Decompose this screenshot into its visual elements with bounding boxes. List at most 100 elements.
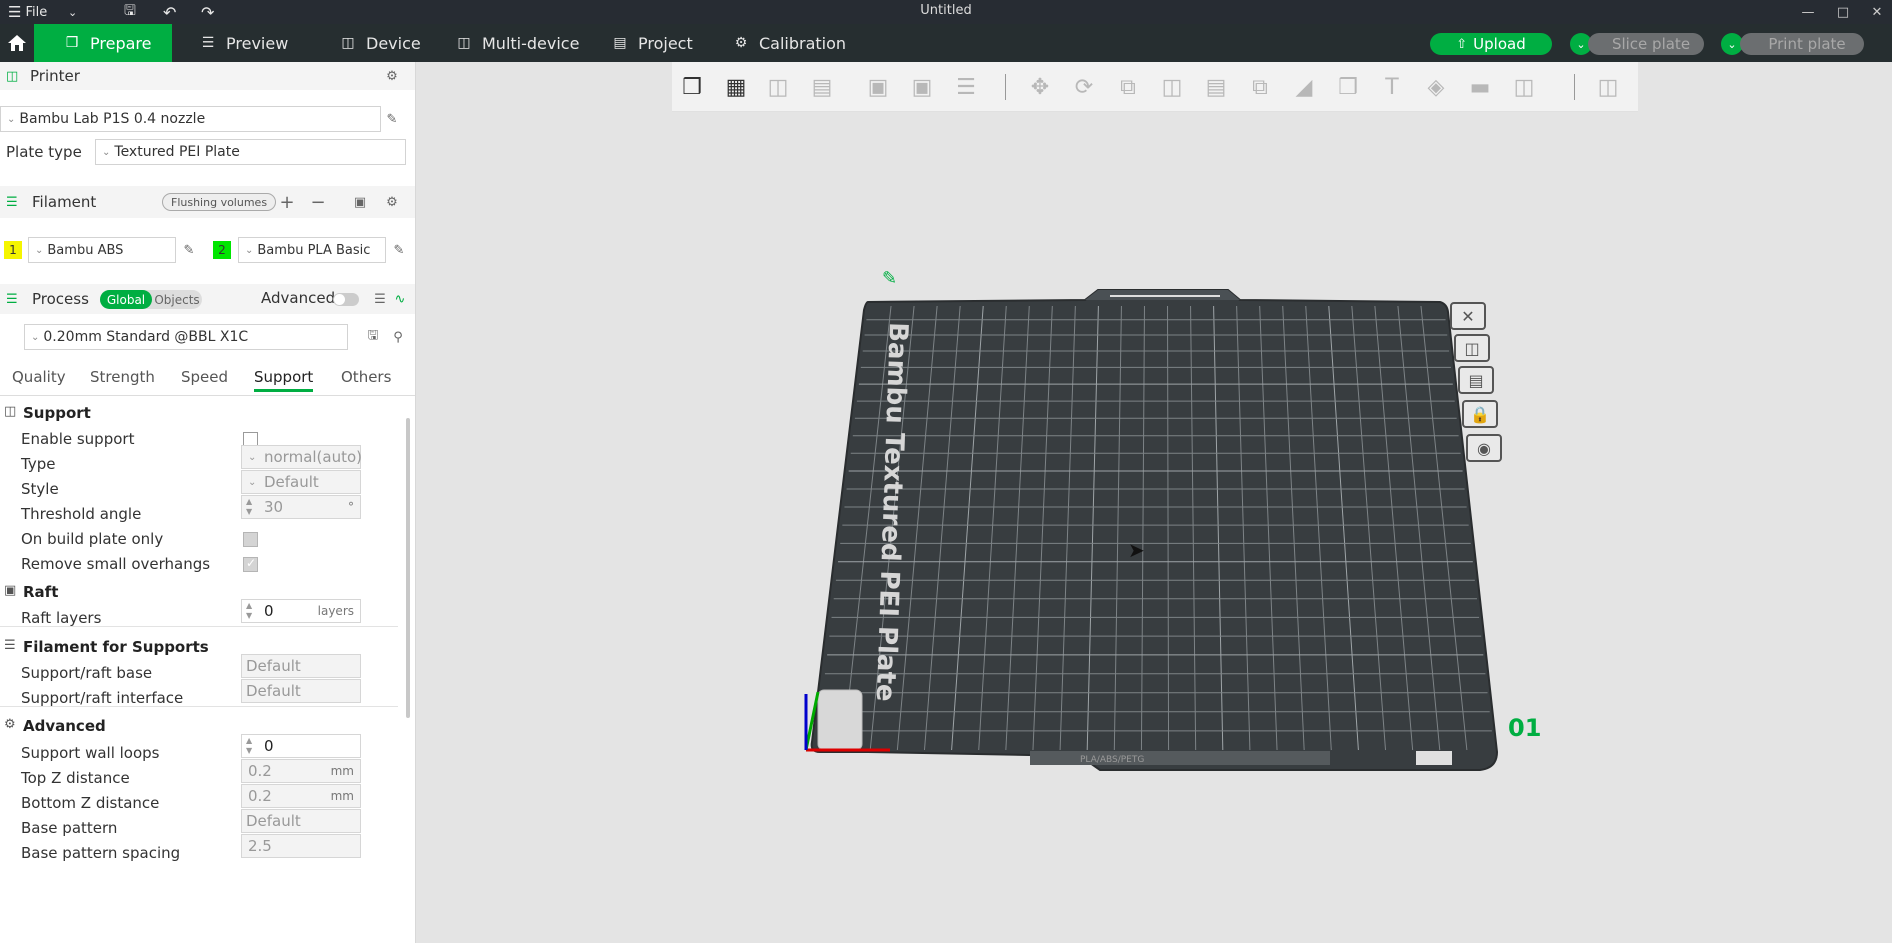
search-icon[interactable]: ⚲ [389,328,407,346]
advanced-switch[interactable] [333,293,359,306]
process-list-icon[interactable]: ☰ [371,290,389,308]
edit-filament-1-icon[interactable]: ✎ [180,241,198,259]
variable-layer-icon[interactable]: ◫ [1592,71,1624,103]
enable-support-label: Enable support [21,430,135,448]
filament-sync-icon[interactable]: ▣ [351,193,369,211]
support-raft-base-select[interactable]: Default [241,654,361,678]
base-pattern-select[interactable]: Default [241,809,361,833]
top-z-distance-input[interactable]: 0.2 mm [241,759,361,783]
base-pattern-value: Default [246,812,301,830]
plate-type-select[interactable]: ⌄ Textured PEI Plate [95,139,406,165]
lay-on-face-icon[interactable]: ◫ [1156,71,1188,103]
printer-select[interactable]: ⌄ Bambu Lab P1S 0.4 nozzle [0,106,381,132]
tab-project[interactable]: ▤ Project [612,24,692,62]
global-objects-toggle[interactable]: Global Objects [100,290,202,309]
filament-settings-gear-icon[interactable]: ⚙ [383,193,401,211]
tab-speed[interactable]: Speed [181,368,228,386]
tab-multi-device[interactable]: ◫ Multi-device [456,24,579,62]
build-plate-view[interactable]: Bambu Textured PEI Plate PLA/ABS/PETG ✎ [780,262,1540,782]
tab-calibration[interactable]: ⚙ Calibration [733,24,846,62]
add-object-icon[interactable]: ❒ [676,71,708,103]
tab-strength[interactable]: Strength [90,368,155,386]
multi-device-icon: ◫ [457,35,471,51]
bottom-z-distance-input[interactable]: 0.2 mm [241,784,361,808]
divider [0,706,398,707]
upload-button[interactable]: ⇧ Upload [1430,33,1552,55]
file-menu-chevron-icon[interactable]: ⌄ [68,0,77,24]
base-pattern-spacing-input[interactable]: 2.5 [241,834,361,858]
support-style-select[interactable]: ⌄ Default [241,470,361,494]
arrange-icon[interactable]: ▤ [806,71,838,103]
stepper-icon[interactable]: ▲ ▼ [246,497,252,517]
tab-quality[interactable]: Quality [12,368,66,386]
minimize-icon[interactable]: — [1793,0,1823,24]
tab-device[interactable]: ◫ Device [340,24,420,62]
threshold-angle-input[interactable]: ▲ ▼ 30 ° [241,495,361,519]
text-shape-icon[interactable]: T [1376,71,1408,103]
seam-paint-icon[interactable]: ❒ [1332,71,1364,103]
tab-prepare[interactable]: ❒ Prepare [34,24,172,62]
chevron-down-icon: ⌄ [102,146,111,158]
chevron-down-icon: ⌄ [245,244,254,256]
maximize-icon[interactable]: □ [1828,0,1858,24]
color-paint-icon[interactable]: ◈ [1420,71,1452,103]
delete-plate-icon[interactable]: ✕ [1450,302,1486,330]
move-icon[interactable]: ✥ [1024,71,1056,103]
settings-scrollbar[interactable] [406,418,410,718]
orient-plate-icon[interactable]: ◫ [1454,334,1490,362]
layer-editing-icon[interactable]: ☰ [950,71,982,103]
support-raft-interface-select[interactable]: Default [241,679,361,703]
add-plate-icon[interactable]: ▦ [720,71,752,103]
plate-settings-icon[interactable]: ◉ [1466,434,1502,462]
undo-icon[interactable]: ↶ [163,0,176,24]
split-parts-icon[interactable]: ▣ [906,71,938,103]
assembly-icon[interactable]: ◫ [1508,71,1540,103]
tab-support[interactable]: Support [254,368,314,392]
filament-2-select[interactable]: ⌄ Bambu PLA Basic [238,237,386,263]
file-menu[interactable]: ☰ File [8,0,47,24]
auto-orient-icon[interactable]: ◫ [762,71,794,103]
printer-settings-gear-icon[interactable]: ⚙ [383,67,401,85]
remove-filament-icon[interactable]: − [309,192,327,213]
process-compare-icon[interactable]: ∿ [391,290,409,308]
process-section-label: Process [32,290,89,308]
cut-icon[interactable]: ▤ [1200,71,1232,103]
boolean-icon[interactable]: ⧉ [1244,71,1276,103]
base-pattern-label: Base pattern [21,819,118,837]
global-toggle[interactable]: Global [100,290,152,309]
stepper-icon[interactable]: ▲ ▼ [246,601,252,621]
close-window-icon[interactable]: ✕ [1862,0,1892,24]
slice-plate-button[interactable]: Slice plate [1588,33,1704,55]
redo-icon[interactable]: ↷ [201,0,214,24]
support-wall-loops-input[interactable]: ▲ ▼ 0 [241,734,361,758]
flushing-volumes-button[interactable]: Flushing volumes [162,193,277,211]
support-paint-icon[interactable]: ◢ [1288,71,1320,103]
stepper-icon[interactable]: ▲ ▼ [246,736,252,756]
filament-1-select[interactable]: ⌄ Bambu ABS [28,237,176,263]
edit-filament-2-icon[interactable]: ✎ [390,241,408,259]
raft-group-title: Raft [23,583,59,601]
build-plate-only-checkbox[interactable] [243,532,258,547]
scale-icon[interactable]: ⧉ [1112,71,1144,103]
print-plate-button[interactable]: Print plate [1740,33,1864,55]
objects-toggle[interactable]: Objects [154,290,200,309]
tab-others[interactable]: Others [341,368,391,386]
measure-icon[interactable]: ▬ [1464,71,1496,103]
save-icon[interactable]: 🖫 [124,0,136,24]
split-objects-icon[interactable]: ▣ [862,71,894,103]
save-preset-icon[interactable]: 🖫 [364,328,382,346]
support-type-select[interactable]: ⌄ normal(auto) [241,445,362,469]
edit-printer-icon[interactable]: ✎ [383,110,401,128]
arrange-plate-icon[interactable]: ▤ [1458,366,1494,394]
remove-small-overhangs-checkbox[interactable] [243,556,258,572]
home-icon[interactable] [0,24,34,62]
process-tabs: Quality Strength Speed Support Others [0,360,415,396]
process-preset-select[interactable]: ⌄ 0.20mm Standard @BBL X1C [24,324,348,350]
lock-plate-icon[interactable]: 🔒 [1462,400,1498,428]
threshold-angle-label: Threshold angle [21,505,142,523]
tab-preview[interactable]: ☰ Preview [200,24,289,62]
rotate-icon[interactable]: ⟳ [1068,71,1100,103]
add-filament-icon[interactable]: + [278,192,296,213]
raft-layers-input[interactable]: ▲ ▼ 0 layers [241,599,361,623]
hamburger-icon: ☰ [8,3,22,21]
